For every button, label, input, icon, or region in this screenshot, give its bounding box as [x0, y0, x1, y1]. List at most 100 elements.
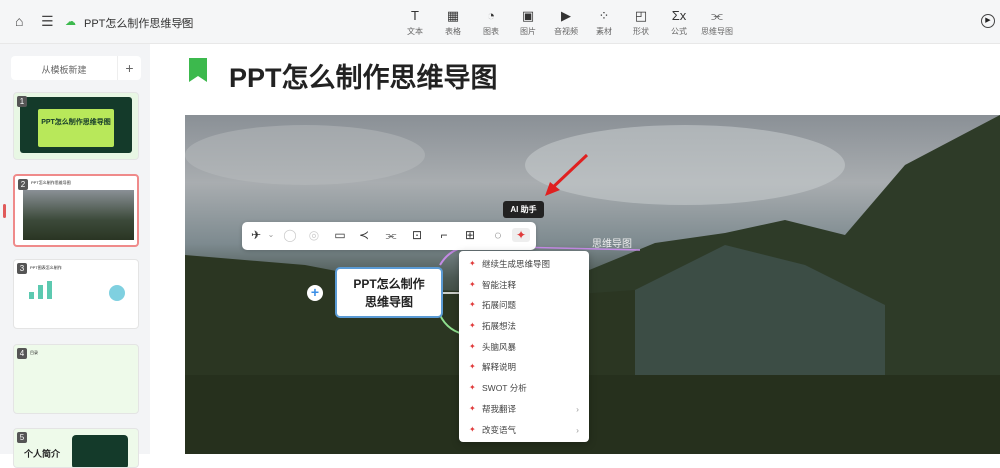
ai-menu-item[interactable]: ✦ 继续生成思维导图	[459, 254, 589, 275]
text-box-icon[interactable]: ⊡	[408, 228, 426, 242]
ai-assistant-icon[interactable]: ✦	[512, 228, 530, 242]
ai-menu-item-label: 拓展想法	[482, 321, 517, 332]
menu-icon[interactable]: ☰	[41, 13, 54, 30]
toolbar-material-button[interactable]: ⁘ 素材	[584, 8, 624, 37]
tool-label: 音视频	[554, 27, 578, 36]
connector-icon[interactable]: ≺	[355, 228, 373, 242]
play-icon[interactable]: ▶	[981, 14, 995, 28]
slide-thumbnail-3[interactable]: 3 PPT图表怎么制作	[13, 259, 139, 329]
redo-icon[interactable]: ◎	[305, 228, 323, 242]
ai-menu-item-label: 继续生成思维导图	[482, 259, 551, 269]
bookmark-icon	[189, 58, 207, 82]
add-node-button[interactable]: +	[307, 285, 323, 301]
slide-number: 5	[17, 432, 27, 443]
ai-menu-item[interactable]: ✦ 拓展想法	[459, 316, 589, 337]
slide-number: 1	[17, 96, 27, 107]
add-slide-button[interactable]: +	[117, 56, 141, 80]
ai-menu-item[interactable]: ✦ 改变语气 ›	[459, 420, 589, 441]
ai-menu-item[interactable]: ✦ SWOT 分析	[459, 378, 589, 399]
slide-number: 4	[17, 348, 27, 359]
toolbar-mindmap-button[interactable]: ⫘ 思维导图	[697, 8, 737, 37]
comment-icon[interactable]: ◌	[489, 228, 507, 242]
sparkle-icon: ✦	[469, 362, 476, 372]
slide-sidebar: 从模板新建 + 1 PPT怎么制作思维导图 2 PPT怎么制作思维导图 3 PPT…	[0, 44, 150, 468]
sparkle-icon: ✦	[469, 383, 476, 393]
ai-menu-item-label: 智能注释	[482, 279, 517, 290]
video-icon: ▶	[561, 8, 571, 23]
chevron-down-icon[interactable]: ⌄	[262, 230, 280, 239]
tool-label: 素材	[596, 27, 612, 36]
toolbar-shape-button[interactable]: ◰ 形状	[621, 8, 661, 37]
layout-icon[interactable]: ⫘	[382, 228, 400, 243]
ai-menu-item-label: 拓展问题	[482, 300, 517, 311]
tool-label: 思维导图	[701, 27, 733, 36]
mindmap-toolbar: ✈ ⌄ ◯ ◎ ▭ ≺ ⫘ ⊡ ⌐ ⊞ ◌ ✦	[242, 222, 536, 250]
mindmap-root-node[interactable]: PPT怎么制作 思维导图	[335, 267, 443, 318]
mindmap-branch-node[interactable]: 思维导图	[592, 235, 632, 250]
tool-label: 图表	[483, 27, 499, 36]
ai-menu-item[interactable]: ✦ 拓展问题	[459, 295, 589, 316]
shape-icon: ◰	[634, 8, 648, 23]
slide-number: 2	[18, 179, 28, 190]
slide-thumbnail-2[interactable]: 2 PPT怎么制作思维导图	[13, 174, 139, 247]
sparkle-icon: ✦	[469, 300, 476, 310]
mindmap-icon: ⫘	[711, 8, 723, 23]
toolbar-formula-button[interactable]: Σx 公式	[659, 8, 699, 37]
image-icon: ▣	[521, 8, 535, 23]
active-indicator	[3, 204, 6, 218]
new-from-template-label: 从模板新建	[41, 65, 87, 75]
slide-thumb-title: PPT图表怎么制作	[30, 265, 62, 270]
sparkle-icon: ✦	[469, 259, 476, 268]
slide-number: 3	[17, 263, 27, 274]
new-from-template-button[interactable]: 从模板新建 +	[11, 56, 141, 80]
tool-label: 形状	[633, 27, 649, 36]
slide-thumb-title: PPT怎么制作思维导图	[38, 109, 114, 147]
ai-menu-item[interactable]: ✦ 解释说明	[459, 357, 589, 378]
insert-node-icon[interactable]: ⊞	[461, 228, 479, 242]
toolbar-image-button[interactable]: ▣ 图片	[508, 8, 548, 37]
tool-label: 图片	[520, 27, 536, 36]
cloud-saved-icon: ☁	[65, 16, 76, 28]
sparkle-icon: ✦	[469, 279, 476, 289]
toolbar-text-button[interactable]: T 文本	[395, 8, 435, 37]
node-shape-icon[interactable]: ▭	[331, 228, 349, 242]
ai-menu-item[interactable]: ✦ 帮我翻译 ›	[459, 399, 589, 420]
chart-icon: ◔	[487, 8, 495, 23]
material-icon: ⁘	[598, 8, 610, 23]
tool-label: 文本	[407, 27, 423, 36]
tool-label: 公式	[671, 27, 687, 36]
ai-menu-item[interactable]: ✦ 头脑风暴	[459, 337, 589, 358]
ai-assistant-tooltip: AI 助手	[503, 201, 544, 218]
ai-menu-item-label: 改变语气	[482, 424, 517, 435]
toolbar-chart-button[interactable]: ◔ 图表	[471, 8, 511, 37]
root-line-1: PPT怎么制作	[353, 277, 425, 291]
search-icon[interactable]: ⌕	[181, 13, 188, 28]
sparkle-icon: ✦	[469, 403, 476, 413]
ai-assistant-menu: ✦ 继续生成思维导图 ✦ 智能注释 ✦ 拓展问题 ✦ 拓展想法 ✦ 头脑风暴 ✦ 解释说明 ✦ SWOT …	[459, 251, 589, 442]
sparkle-icon: ✦	[469, 321, 476, 331]
home-icon[interactable]: ⌂	[15, 13, 23, 29]
ai-menu-item-label: 解释说明	[482, 362, 517, 373]
root-line-2: 思维导图	[364, 295, 413, 309]
sparkle-icon: ✦	[469, 424, 476, 434]
ai-menu-item-label: 帮我翻译	[482, 403, 517, 414]
undo-icon[interactable]: ◯	[281, 228, 299, 242]
format-painter-icon[interactable]: ⌐	[435, 228, 453, 242]
toolbar-table-button[interactable]: ▦ 表格	[433, 8, 473, 37]
slide-thumbnail-1[interactable]: 1 PPT怎么制作思维导图	[13, 92, 139, 160]
top-bar: ⌂ ☰ ☁ PPT怎么制作思维导图 ⌕ T 文本 ▦ 表格 ◔ 图表 ▣ 图片 ▶ 音视频 ⁘ 素材 ◰…	[0, 0, 1000, 44]
red-arrow-annotation	[545, 153, 589, 196]
table-icon: ▦	[446, 8, 460, 23]
formula-icon: Σx	[671, 8, 687, 23]
text-icon: T	[411, 8, 419, 23]
document-title[interactable]: PPT怎么制作思维导图	[84, 15, 193, 31]
slide-thumbnail-5[interactable]: 5 个人简介	[13, 428, 139, 468]
page-title[interactable]: PPT怎么制作思维导图	[229, 56, 498, 95]
toolbar-video-button[interactable]: ▶ 音视频	[546, 8, 586, 37]
chevron-right-icon: ›	[576, 403, 579, 414]
ai-menu-item[interactable]: ✦ 智能注释	[459, 275, 589, 296]
slide-thumbnail-4[interactable]: 4 目录	[13, 344, 139, 414]
sparkle-icon: ✦	[469, 341, 476, 351]
ai-menu-item-label: 头脑风暴	[482, 341, 517, 352]
slide-thumb-title: 目录	[30, 350, 38, 355]
